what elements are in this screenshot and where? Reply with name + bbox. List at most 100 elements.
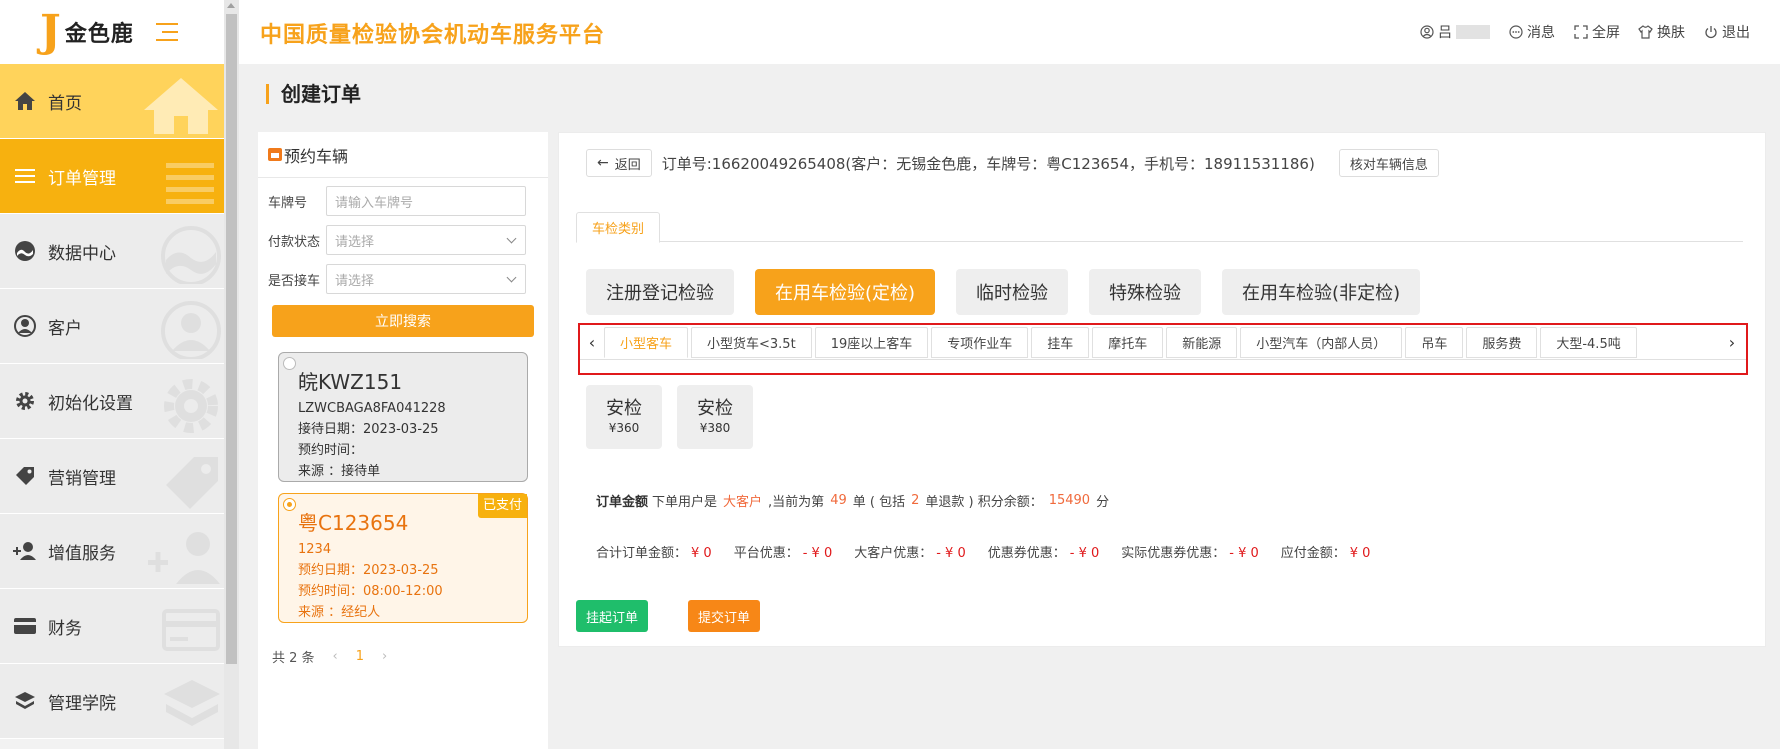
vehicle-type-highlight: ‹ 小型客车 小型货车<3.5t 19座以上客车 专项作业车 挂车 摩托车 新能… xyxy=(578,323,1748,375)
back-button[interactable]: ← 返回 xyxy=(586,149,652,177)
service-item[interactable]: 安检 ¥380 xyxy=(677,385,753,449)
category-registration-button[interactable]: 注册登记检验 xyxy=(586,269,734,315)
vehicle-code: LZWCBAGA8FA041228 xyxy=(298,401,446,416)
service-list: 安检 ¥360 安检 ¥380 xyxy=(586,385,753,449)
summary-text: 单 ( 包括 xyxy=(852,495,906,510)
vehicle-type-tab[interactable]: 19座以上客车 xyxy=(814,327,929,358)
next-page-icon[interactable]: › xyxy=(382,649,387,664)
category-temporary-button[interactable]: 临时检验 xyxy=(956,269,1069,315)
user-name: 吕 xyxy=(1438,25,1452,41)
sidebar-item-init-settings[interactable]: 初始化设置 xyxy=(0,364,224,439)
fullscreen-button[interactable]: 全屏 xyxy=(1573,22,1620,42)
radio-button-selected[interactable] xyxy=(283,498,296,511)
scroll-up-arrow-icon[interactable] xyxy=(227,3,235,8)
chevron-left-icon[interactable]: ‹ xyxy=(584,333,600,352)
category-special-button[interactable]: 特殊检验 xyxy=(1089,269,1202,315)
plate-input[interactable]: 请输入车牌号 xyxy=(326,186,526,216)
radio-button[interactable] xyxy=(283,357,296,370)
prev-page-icon[interactable]: ‹ xyxy=(333,649,338,664)
sidebar-item-academy[interactable]: 管理学院 xyxy=(0,664,224,739)
sidebar-item-label: 管理学院 xyxy=(48,693,116,714)
sidebar-scrollbar[interactable] xyxy=(224,0,239,749)
vehicle-type-tab[interactable]: 小型货车<3.5t xyxy=(691,327,812,358)
message-icon xyxy=(1508,25,1523,40)
tab-inspection-category[interactable]: 车检类别 xyxy=(576,212,661,243)
submit-order-button[interactable]: 提交订单 xyxy=(688,600,761,632)
amount-item: 优惠券优惠： - ¥ 0 xyxy=(988,542,1100,561)
user-icon xyxy=(1419,25,1434,40)
sidebar-item-label: 数据中心 xyxy=(48,243,116,264)
vehicle-type-tab[interactable]: 服务费 xyxy=(1466,327,1538,358)
sidebar-item-label: 订单管理 xyxy=(48,168,116,189)
layers-bg-icon xyxy=(164,680,220,726)
sidebar-item-marketing[interactable]: 营销管理 xyxy=(0,439,224,514)
scrollbar-thumb[interactable] xyxy=(226,14,237,664)
arrow-left-icon: ← xyxy=(597,155,609,171)
chevron-down-icon xyxy=(506,233,517,244)
user-menu[interactable]: 吕 xyxy=(1419,22,1490,42)
user-name-blurred xyxy=(1456,25,1490,39)
messages-button[interactable]: 消息 xyxy=(1508,22,1555,42)
category-non-periodic-button[interactable]: 在用车检验(非定检) xyxy=(1222,269,1421,315)
vehicle-type-tab[interactable]: 小型客车 xyxy=(604,327,689,358)
logout-button[interactable]: 退出 xyxy=(1703,22,1750,42)
sidebar-item-orders[interactable]: 订单管理 xyxy=(0,139,224,214)
pickup-select[interactable]: 请选择 xyxy=(326,264,526,294)
pickup-filter-row: 是否接车 请选择 xyxy=(268,264,526,294)
vehicle-date: 预约日期：2023-03-25 xyxy=(298,563,439,578)
reserved-vehicles-panel: 预约车辆 车牌号 请输入车牌号 付款状态 请选择 是否接车 请选择 立即搜索 皖… xyxy=(258,132,548,749)
amount-item: 应付金额： ¥ 0 xyxy=(1281,542,1371,561)
sidebar-item-data-center[interactable]: 数据中心 xyxy=(0,214,224,289)
page-number[interactable]: 1 xyxy=(356,649,364,664)
sidebar-item-home[interactable]: 首页 xyxy=(0,64,224,139)
vehicle-time: 预约时间： xyxy=(298,443,364,458)
sidebar-item-value-added[interactable]: 增值服务 xyxy=(0,514,224,589)
pagination-total: 共 2 条 xyxy=(272,651,315,666)
paid-badge: 已支付 xyxy=(477,494,527,518)
vehicle-card-selected[interactable]: 已支付 粤C123654 1234 预约日期：2023-03-25 预约时间：0… xyxy=(278,493,528,623)
tag-bg-icon xyxy=(166,457,218,509)
vehicle-type-tab[interactable]: 专项作业车 xyxy=(931,327,1029,358)
amount-value: - ¥ 0 xyxy=(802,546,833,561)
chevron-right-icon[interactable]: › xyxy=(1724,333,1740,352)
add-user-bg-icon xyxy=(148,532,220,584)
service-item[interactable]: 安检 ¥360 xyxy=(586,385,662,449)
logout-label: 退出 xyxy=(1722,25,1750,41)
amount-item: 实际优惠券优惠： - ¥ 0 xyxy=(1121,542,1259,561)
vehicle-type-tab[interactable]: 新能源 xyxy=(1166,327,1238,358)
sidebar-item-customers[interactable]: 客户 xyxy=(0,289,224,364)
tag-icon xyxy=(12,463,38,489)
verify-vehicle-button[interactable]: 核对车辆信息 xyxy=(1338,149,1439,177)
search-button[interactable]: 立即搜索 xyxy=(272,305,534,337)
menu-collapse-icon[interactable] xyxy=(155,23,178,41)
summary-label: 订单金额 xyxy=(596,495,649,510)
sidebar-item-label: 营销管理 xyxy=(48,468,116,489)
vehicle-type-tab[interactable]: 吊车 xyxy=(1405,327,1464,358)
skin-button[interactable]: 换肤 xyxy=(1638,22,1685,42)
customer-type: 大客户 xyxy=(723,495,763,510)
hold-order-button[interactable]: 挂起订单 xyxy=(576,600,649,632)
skin-label: 换肤 xyxy=(1657,25,1685,41)
category-periodic-button[interactable]: 在用车检验(定检) xyxy=(755,269,936,315)
summary-text: ,当前为第 xyxy=(768,495,825,510)
pickup-placeholder: 请选择 xyxy=(335,273,375,289)
home-icon xyxy=(12,88,38,114)
amount-label: 优惠券优惠： xyxy=(987,546,1066,561)
vehicle-type-tab[interactable]: 挂车 xyxy=(1031,327,1090,358)
vehicle-type-tab[interactable]: 大型-4.5吨 xyxy=(1540,327,1637,358)
vehicle-card[interactable]: 皖KWZ151 LZWCBAGA8FA041228 接待日期：2023-03-2… xyxy=(278,352,528,482)
vehicle-type-tab[interactable]: 小型汽车（内部人员） xyxy=(1240,327,1403,358)
calendar-icon xyxy=(268,148,282,161)
sidebar-item-label: 初始化设置 xyxy=(48,393,133,414)
add-user-icon xyxy=(12,538,38,564)
back-label: 返回 xyxy=(614,157,641,173)
amount-value: - ¥ 0 xyxy=(936,546,966,561)
fullscreen-icon xyxy=(1573,25,1588,40)
pagination: 共 2 条 ‹ 1 › xyxy=(272,647,387,666)
pickup-label: 是否接车 xyxy=(268,273,321,289)
vehicle-type-tab[interactable]: 摩托车 xyxy=(1092,327,1164,358)
order-actions: 挂起订单 提交订单 xyxy=(576,600,761,632)
pay-filter-row: 付款状态 请选择 xyxy=(268,225,526,255)
sidebar-item-finance[interactable]: 财务 xyxy=(0,589,224,664)
pay-status-select[interactable]: 请选择 xyxy=(326,225,526,255)
